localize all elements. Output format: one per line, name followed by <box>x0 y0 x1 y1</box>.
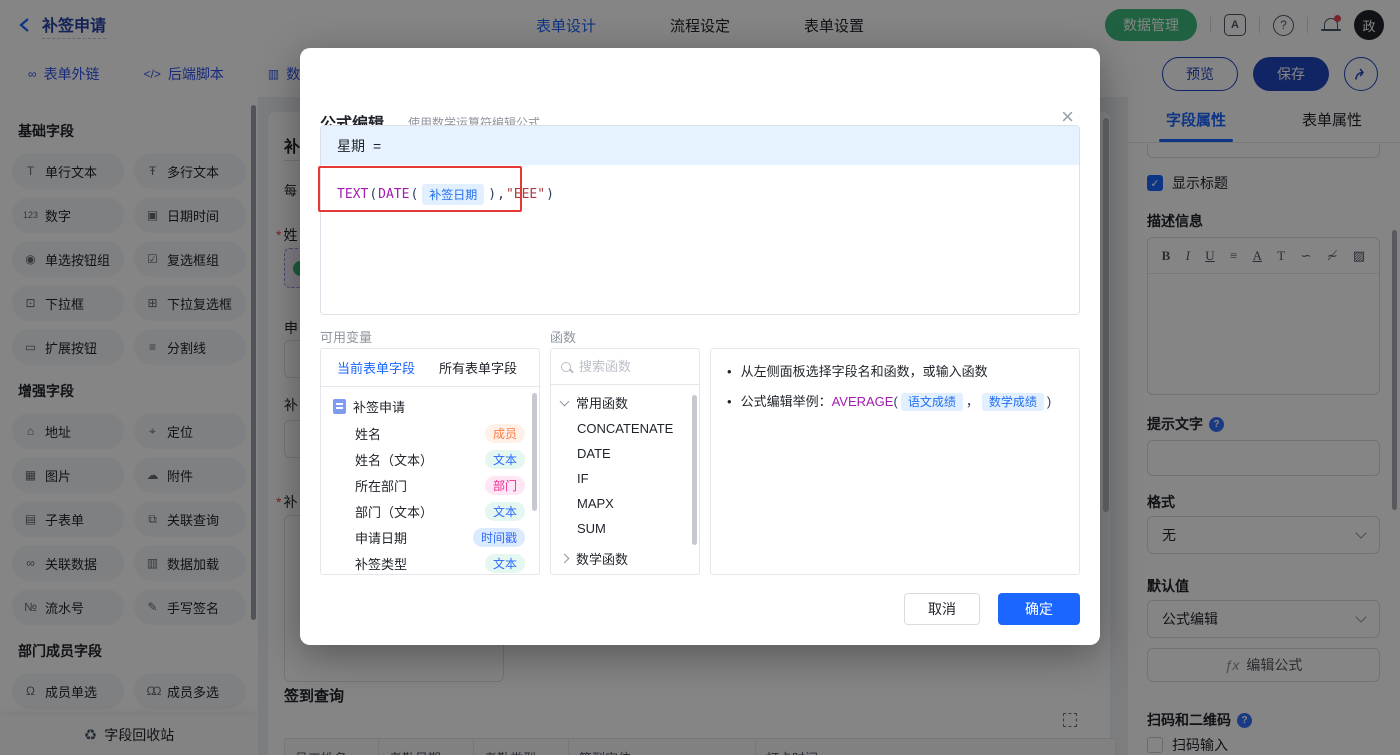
type-tag: 文本 <box>484 501 525 521</box>
formula-help-panel: • 从左侧面板选择字段名和函数，或输入函数 • 公式编辑举例：AVERAGE(语… <box>710 348 1080 575</box>
variable-item[interactable]: 姓名 成员 <box>321 420 539 446</box>
function-item[interactable]: DATE <box>551 441 699 466</box>
functions-panel: 常用函数 CONCATENATE DATE IF MAPX SUM 数学函数 文… <box>550 348 700 575</box>
function-item[interactable]: MAPX <box>551 491 699 516</box>
variable-item[interactable]: 部门（文本） 文本 <box>321 498 539 524</box>
function-search[interactable] <box>551 349 699 385</box>
form-doc-icon <box>333 399 346 414</box>
functions-label: 函数 <box>550 330 577 345</box>
function-search-input[interactable] <box>579 359 679 374</box>
type-tag: 文本 <box>484 553 525 573</box>
variable-item[interactable]: 所在部门 部门 <box>321 472 539 498</box>
function-item[interactable]: CONCATENATE <box>551 416 699 441</box>
group-text-functions[interactable]: 文本函数 <box>551 572 699 574</box>
form-designer-app: 补签申请 表单设计 流程设定 表单设置 数据管理 A ? 政 ∞ 表单外链 </>… <box>0 0 1400 755</box>
cancel-button[interactable]: 取消 <box>904 593 980 625</box>
type-tag: 文本 <box>484 449 525 469</box>
formula-editor[interactable]: 星期 = TEXT(DATE(补签日期), "EEE") <box>320 125 1080 315</box>
variables-scrollbar[interactable] <box>532 393 537 511</box>
formula-edit-modal: 公式编辑 使用数学运算符编辑公式 × 星期 = TEXT(DATE(补签日期),… <box>300 48 1100 645</box>
type-tag: 部门 <box>484 475 525 495</box>
equals-sign: = <box>373 137 382 154</box>
variable-item[interactable]: 姓名（文本） 文本 <box>321 446 539 472</box>
function-token: TEXT <box>337 187 369 202</box>
string-token: "EEE" <box>505 187 546 202</box>
chevron-down-icon <box>559 396 570 406</box>
formula-target: 星期 = <box>321 126 1079 165</box>
function-token: DATE <box>378 187 410 202</box>
search-icon <box>561 361 571 372</box>
tab-all-form-fields[interactable]: 所有表单字段 <box>439 358 517 377</box>
function-item[interactable]: IF <box>551 466 699 491</box>
formula-expression[interactable]: TEXT(DATE(补签日期), "EEE") <box>337 184 554 205</box>
help-line-1: 从左侧面板选择字段名和函数，或输入函数 <box>740 364 988 379</box>
variables-root-node[interactable]: 补签申请 <box>321 387 539 420</box>
functions-scrollbar[interactable] <box>692 395 697 545</box>
type-tag: 成员 <box>484 423 525 443</box>
variable-item[interactable]: 申请日期 时间戳 <box>321 524 539 550</box>
variables-label: 可用变量 <box>320 330 373 345</box>
confirm-button[interactable]: 确定 <box>998 593 1080 625</box>
type-tag: 时间戳 <box>472 527 525 547</box>
group-common-functions[interactable]: 常用函数 <box>551 385 699 416</box>
formula-field-name: 星期 <box>337 137 365 154</box>
tab-current-form-fields[interactable]: 当前表单字段 <box>337 358 415 377</box>
field-chip[interactable]: 补签日期 <box>422 184 485 205</box>
function-item[interactable]: SUM <box>551 516 699 541</box>
variables-panel: 当前表单字段 所有表单字段 补签申请 姓名 成员 姓名（文本） 文本 所在部门 部门 … <box>320 348 540 575</box>
help-line-2: 公式编辑举例：AVERAGE(语文成绩，数学成绩) <box>740 392 1052 411</box>
variable-item[interactable]: 补签类型 文本 <box>321 550 539 574</box>
group-math-functions[interactable]: 数学函数 <box>551 541 699 572</box>
chevron-right-icon <box>559 553 570 564</box>
